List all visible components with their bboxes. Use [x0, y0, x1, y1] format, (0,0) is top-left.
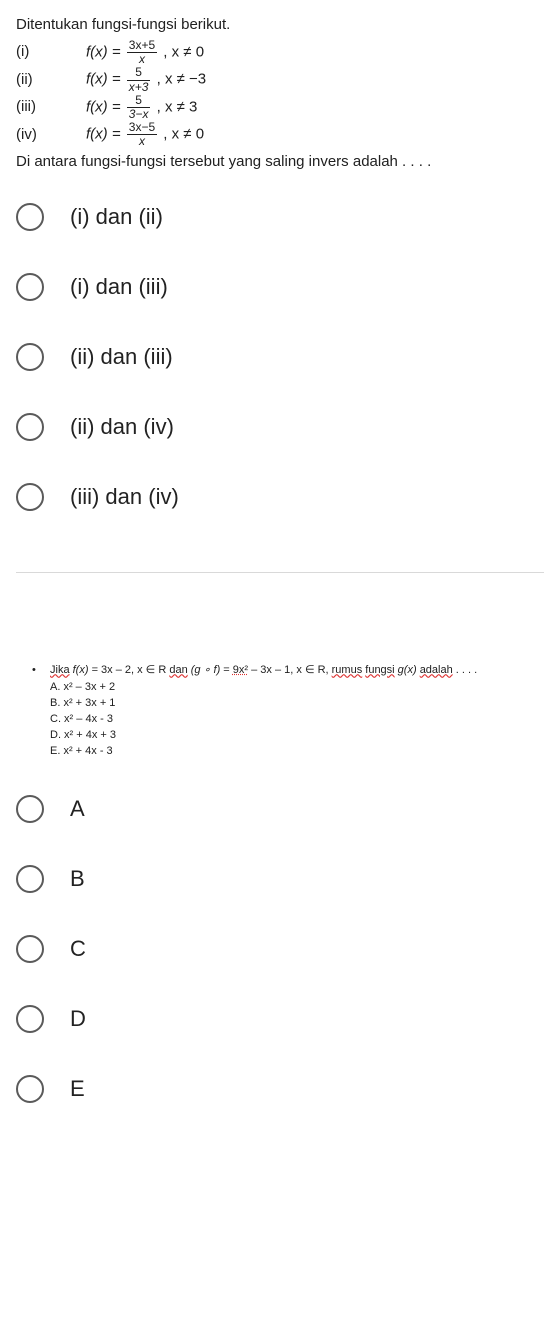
q2-sub-a: A. x² – 3x + 2: [50, 680, 477, 696]
q2-options: A B C D E: [16, 774, 544, 1124]
q1-intro: Ditentukan fungsi-fungsi berikut.: [16, 16, 544, 33]
q1-statement-i: (i) f(x) = 3x+5 x , x ≠ 0: [16, 39, 544, 66]
bullet-icon: •: [32, 663, 50, 679]
option-label: A: [70, 796, 85, 822]
q1-options: (i) dan (ii) (i) dan (iii) (ii) dan (iii…: [16, 182, 544, 532]
q1-stmt-expr: f(x) = 5 3−x , x ≠ 3: [86, 94, 197, 121]
q1-option-c[interactable]: (ii) dan (iii): [16, 322, 544, 392]
q1-stmt-label: (iv): [16, 124, 86, 147]
radio-icon: [16, 935, 44, 963]
radio-icon: [16, 1005, 44, 1033]
q1-stmt-label: (i): [16, 41, 86, 64]
radio-icon: [16, 483, 44, 511]
q2-option-e[interactable]: E: [16, 1054, 544, 1124]
q1-option-d[interactable]: (ii) dan (iv): [16, 392, 544, 462]
fraction-icon: 3x−5 x: [127, 121, 157, 148]
radio-icon: [16, 273, 44, 301]
q1-stmt-expr: f(x) = 3x+5 x , x ≠ 0: [86, 39, 204, 66]
q1-statement-iv: (iv) f(x) = 3x−5 x , x ≠ 0: [16, 121, 544, 148]
fraction-icon: 3x+5 x: [127, 39, 157, 66]
option-label: (i) dan (ii): [70, 204, 163, 230]
q2-option-b[interactable]: B: [16, 844, 544, 914]
option-label: E: [70, 1076, 85, 1102]
q1-option-e[interactable]: (iii) dan (iv): [16, 462, 544, 532]
option-label: (iii) dan (iv): [70, 484, 179, 510]
q2-option-a[interactable]: A: [16, 774, 544, 844]
fraction-icon: 5 x+3: [127, 66, 151, 93]
q1-statement-iii: (iii) f(x) = 5 3−x , x ≠ 3: [16, 94, 544, 121]
q1-option-b[interactable]: (i) dan (iii): [16, 252, 544, 322]
option-label: C: [70, 936, 86, 962]
radio-icon: [16, 203, 44, 231]
radio-icon: [16, 1075, 44, 1103]
radio-icon: [16, 343, 44, 371]
option-label: B: [70, 866, 85, 892]
q2-sub-d: D. x² + 4x + 3: [50, 728, 477, 744]
option-label: D: [70, 1006, 86, 1032]
question-2: • Jika f(x) = 3x – 2, x ∈ R dan (g ∘ f) …: [16, 663, 544, 1125]
radio-icon: [16, 413, 44, 441]
q1-statement-ii: (ii) f(x) = 5 x+3 , x ≠ −3: [16, 66, 544, 93]
q1-stmt-expr: f(x) = 5 x+3 , x ≠ −3: [86, 66, 206, 93]
option-label: (i) dan (iii): [70, 274, 168, 300]
option-label: (ii) dan (iv): [70, 414, 174, 440]
radio-icon: [16, 865, 44, 893]
option-label: (ii) dan (iii): [70, 344, 173, 370]
q1-stmt-label: (ii): [16, 69, 86, 92]
separator: [16, 572, 544, 573]
q2-stem: • Jika f(x) = 3x – 2, x ∈ R dan (g ∘ f) …: [16, 663, 544, 761]
q2-subanswers: A. x² – 3x + 2 B. x² + 3x + 1 C. x² – 4x…: [50, 680, 477, 760]
radio-icon: [16, 795, 44, 823]
q1-stmt-expr: f(x) = 3x−5 x , x ≠ 0: [86, 121, 204, 148]
question-1: Ditentukan fungsi-fungsi berikut. (i) f(…: [16, 16, 544, 532]
q1-stmt-label: (iii): [16, 96, 86, 119]
q2-sub-c: C. x² – 4x - 3: [50, 712, 477, 728]
q1-question-text: Di antara fungsi-fungsi tersebut yang sa…: [16, 153, 544, 170]
fraction-icon: 5 3−x: [127, 94, 151, 121]
q2-option-c[interactable]: C: [16, 914, 544, 984]
q1-option-a[interactable]: (i) dan (ii): [16, 182, 544, 252]
q2-option-d[interactable]: D: [16, 984, 544, 1054]
q2-sub-e: E. x² + 4x - 3: [50, 744, 477, 760]
q2-sub-b: B. x² + 3x + 1: [50, 696, 477, 712]
